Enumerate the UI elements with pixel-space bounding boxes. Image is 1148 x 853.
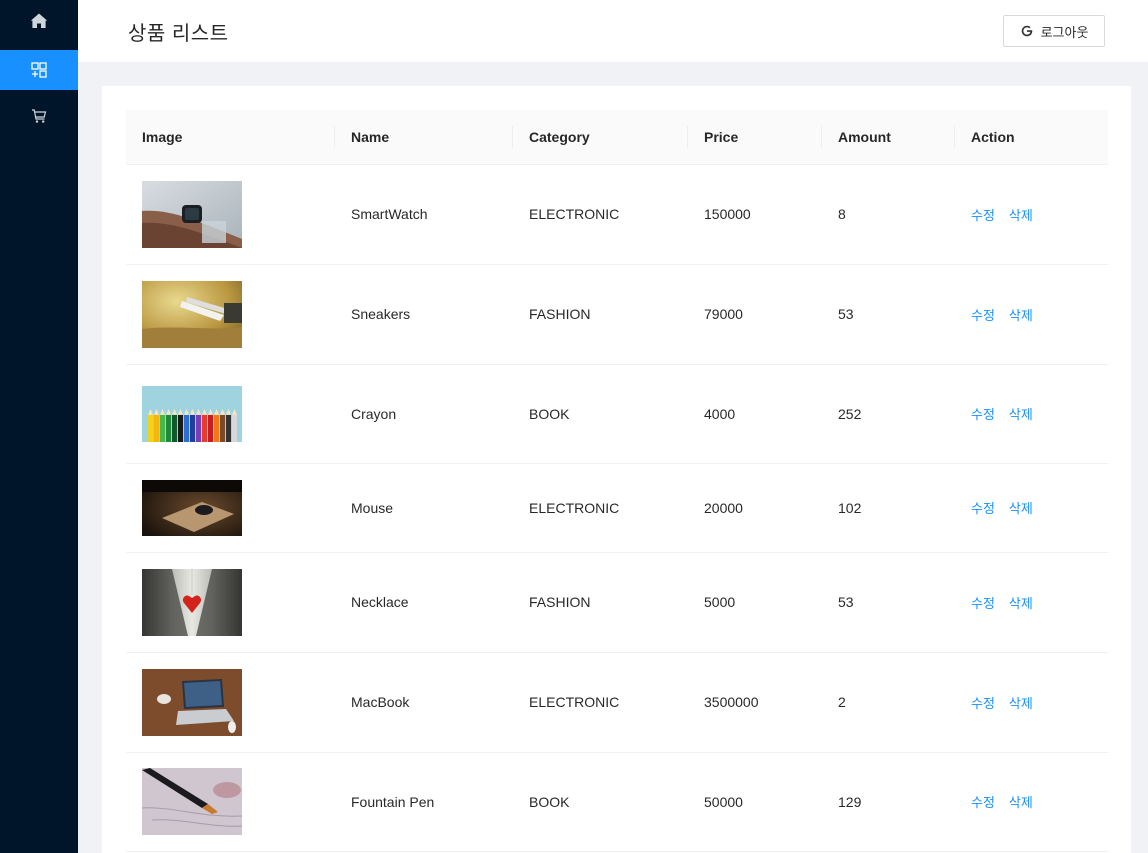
product-image-fountain-pen	[142, 768, 242, 835]
product-category: BOOK	[513, 752, 688, 852]
product-price: 5000	[688, 552, 822, 653]
header: 상품 리스트 로그아웃	[78, 0, 1148, 62]
product-name: SmartWatch	[335, 164, 513, 265]
product-table: Image Name Category Price Amount Action	[126, 110, 1108, 852]
product-price: 50000	[688, 752, 822, 852]
edit-link[interactable]: 수정	[971, 795, 995, 810]
delete-link[interactable]: 삭제	[1009, 208, 1033, 223]
product-image-sneakers	[142, 280, 242, 348]
edit-link[interactable]: 수정	[971, 407, 995, 422]
sidebar-item-home[interactable]	[0, 0, 78, 42]
product-price: 3500000	[688, 652, 822, 753]
product-amount: 53	[822, 264, 955, 365]
product-image-crayon	[142, 385, 242, 442]
product-name: Crayon	[335, 364, 513, 464]
table-row: Mouse ELECTRONIC 20000 102 수정 삭제	[126, 463, 1108, 553]
table-row: Necklace FASHION 5000 53 수정 삭제	[126, 552, 1108, 653]
delete-link[interactable]: 삭제	[1009, 795, 1033, 810]
table-row: Fountain Pen BOOK 50000 129 수정 삭제	[126, 752, 1108, 852]
table-header-row: Image Name Category Price Amount Action	[126, 110, 1108, 165]
product-category: BOOK	[513, 364, 688, 464]
product-name: Fountain Pen	[335, 752, 513, 852]
product-image-macbook	[142, 668, 242, 736]
edit-link[interactable]: 수정	[971, 596, 995, 611]
sidebar-item-products[interactable]	[0, 50, 78, 90]
delete-link[interactable]: 삭제	[1009, 501, 1033, 516]
product-price: 4000	[688, 364, 822, 464]
logout-button[interactable]: 로그아웃	[1003, 15, 1105, 47]
product-amount: 8	[822, 164, 955, 265]
column-header-image: Image	[126, 110, 335, 165]
product-price: 150000	[688, 164, 822, 265]
product-category: ELECTRONIC	[513, 164, 688, 265]
edit-link[interactable]: 수정	[971, 208, 995, 223]
product-category: ELECTRONIC	[513, 463, 688, 553]
product-price: 20000	[688, 463, 822, 553]
sidebar	[0, 0, 78, 853]
product-amount: 102	[822, 463, 955, 553]
delete-link[interactable]: 삭제	[1009, 308, 1033, 323]
table-row: Crayon BOOK 4000 252 수정 삭제	[126, 364, 1108, 464]
column-header-action: Action	[955, 110, 1108, 165]
column-header-name: Name	[335, 110, 513, 165]
product-name: MacBook	[335, 652, 513, 753]
product-category: ELECTRONIC	[513, 652, 688, 753]
delete-link[interactable]: 삭제	[1009, 696, 1033, 711]
column-header-price: Price	[688, 110, 822, 165]
table-row: SmartWatch ELECTRONIC 150000 8 수정 삭제	[126, 164, 1108, 265]
product-name: Sneakers	[335, 264, 513, 365]
product-image-mouse	[142, 479, 242, 536]
product-category: FASHION	[513, 552, 688, 653]
logout-label: 로그아웃	[1040, 24, 1089, 40]
product-amount: 2	[822, 652, 955, 753]
column-header-category: Category	[513, 110, 688, 165]
product-amount: 53	[822, 552, 955, 653]
delete-link[interactable]: 삭제	[1009, 596, 1033, 611]
delete-link[interactable]: 삭제	[1009, 407, 1033, 422]
main-area: 상품 리스트 로그아웃 Image Name Category Price Am…	[78, 0, 1148, 853]
product-amount: 252	[822, 364, 955, 464]
product-image-necklace	[142, 568, 242, 636]
appstore-add-icon	[31, 62, 47, 78]
shopping-cart-icon	[32, 109, 47, 123]
table-row: Sneakers FASHION 79000 53 수정 삭제	[126, 264, 1108, 365]
home-icon	[30, 13, 48, 28]
product-category: FASHION	[513, 264, 688, 365]
edit-link[interactable]: 수정	[971, 696, 995, 711]
product-name: Necklace	[335, 552, 513, 653]
product-name: Mouse	[335, 463, 513, 553]
product-amount: 129	[822, 752, 955, 852]
sidebar-item-cart[interactable]	[0, 96, 78, 136]
edit-link[interactable]: 수정	[971, 501, 995, 516]
table-row: MacBook ELECTRONIC 3500000 2 수정 삭제	[126, 652, 1108, 753]
page-title: 상품 리스트	[128, 22, 229, 45]
column-header-amount: Amount	[822, 110, 955, 165]
product-image-smartwatch	[142, 180, 242, 248]
product-price: 79000	[688, 264, 822, 365]
google-icon	[1021, 25, 1032, 37]
edit-link[interactable]: 수정	[971, 308, 995, 323]
content-panel: Image Name Category Price Amount Action	[102, 86, 1131, 853]
